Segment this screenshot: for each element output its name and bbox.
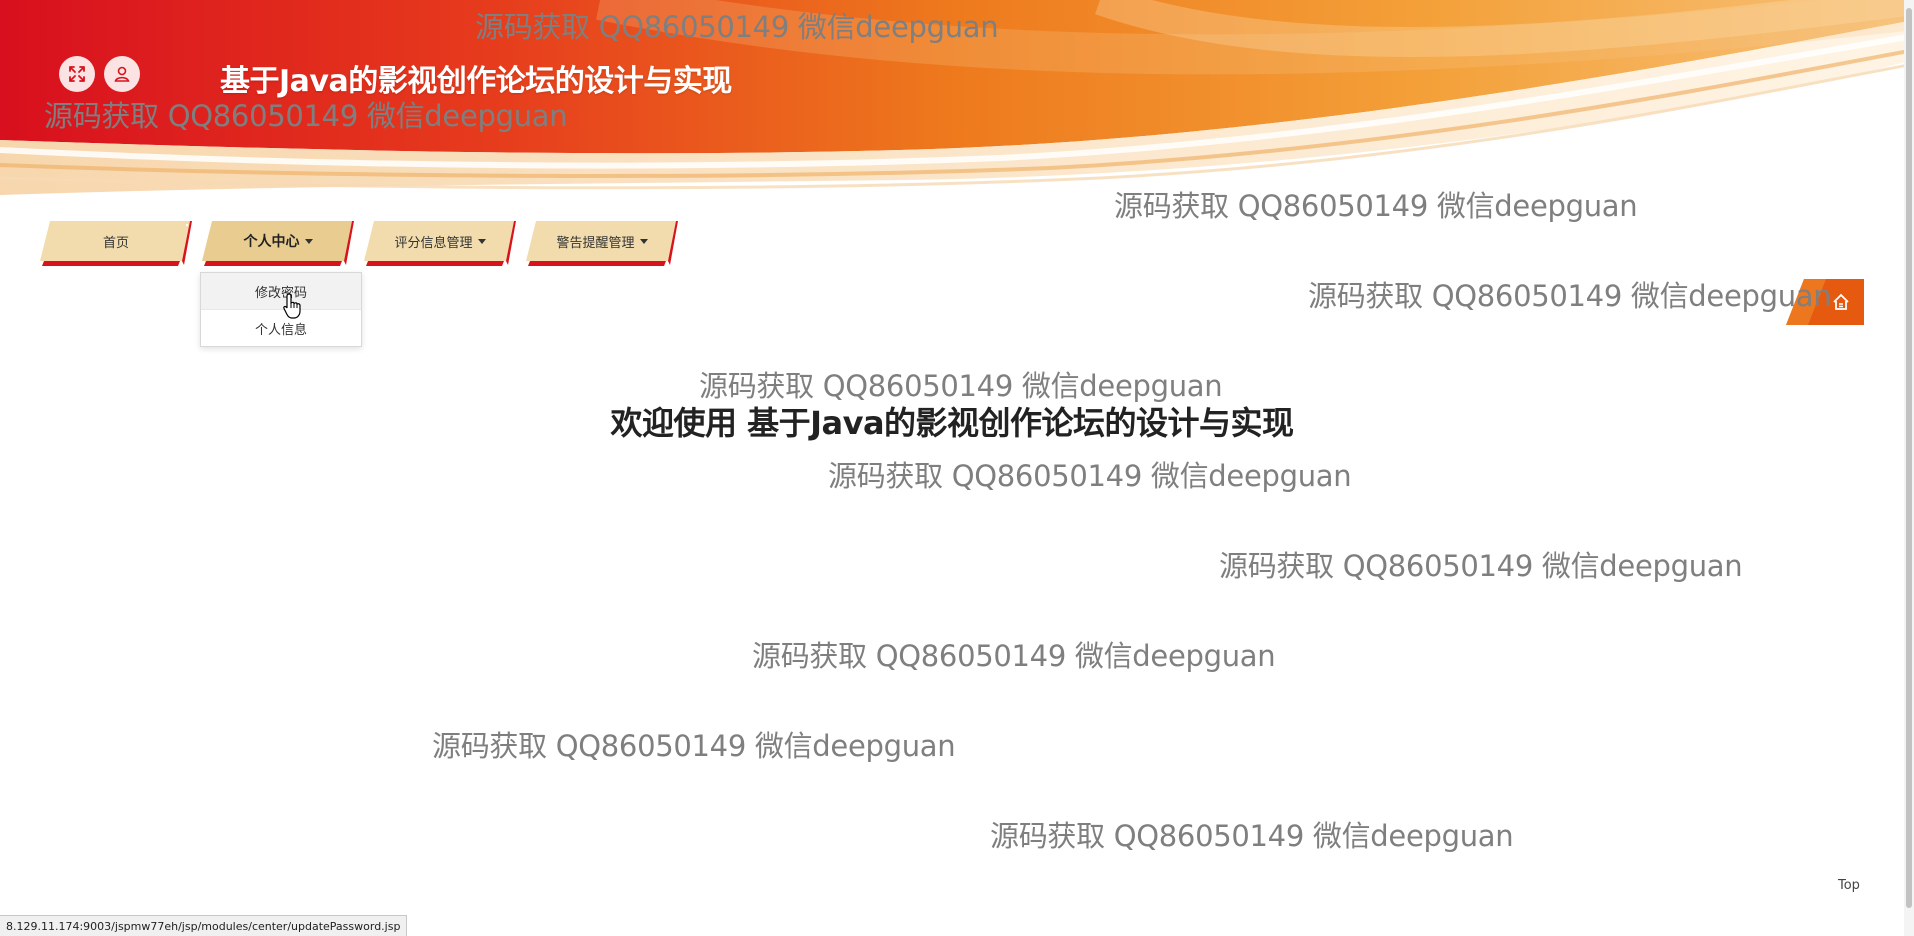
nav-item-warning-management[interactable]: 警告提醒管理 bbox=[526, 219, 678, 269]
nav-item-rating-management[interactable]: 评分信息管理 bbox=[364, 219, 516, 269]
watermark: 源码获取 QQ86050149 微信deepguan bbox=[1219, 549, 1743, 583]
nav-item-home[interactable]: 首页 bbox=[40, 219, 192, 269]
hand-cursor-icon bbox=[283, 293, 301, 319]
personal-center-dropdown: 修改密码 个人信息 bbox=[200, 272, 362, 347]
home-icon bbox=[1833, 293, 1849, 310]
home-button[interactable] bbox=[1786, 279, 1864, 325]
welcome-heading: 欢迎使用 基于Java的影视创作论坛的设计与实现 bbox=[610, 404, 1294, 442]
nav-item-personal-center[interactable]: 个人中心 bbox=[202, 219, 354, 269]
nav-label-personal-center: 个人中心 bbox=[243, 234, 300, 250]
vertical-scrollbar[interactable] bbox=[1904, 0, 1914, 936]
watermark: 源码获取 QQ86050149 微信deepguan bbox=[828, 459, 1352, 493]
user-icon[interactable] bbox=[104, 56, 140, 92]
caret-down-icon bbox=[639, 238, 648, 244]
watermark: 源码获取 QQ86050149 微信deepguan bbox=[990, 819, 1514, 853]
fullscreen-icon[interactable] bbox=[59, 56, 95, 92]
nav-label-rating-management: 评分信息管理 bbox=[394, 235, 473, 251]
nav-label-warning-management: 警告提醒管理 bbox=[556, 235, 635, 251]
watermark: 源码获取 QQ86050149 微信deepguan bbox=[1308, 279, 1832, 313]
dropdown-item-personal-info[interactable]: 个人信息 bbox=[201, 309, 361, 346]
browser-status-bar: 8.129.11.174:9003/jspmw77eh/jsp/modules/… bbox=[0, 915, 408, 936]
site-title: 基于Java的影视创作论坛的设计与实现 bbox=[220, 64, 732, 99]
watermark: 源码获取 QQ86050149 微信deepguan bbox=[432, 729, 956, 763]
nav-label-home: 首页 bbox=[102, 235, 129, 251]
caret-down-icon bbox=[477, 238, 486, 244]
scrollbar-thumb[interactable] bbox=[1906, 8, 1912, 908]
watermark: 源码获取 QQ86050149 微信deepguan bbox=[752, 639, 1276, 673]
header-banner bbox=[0, 0, 1914, 200]
back-to-top-link[interactable]: Top bbox=[1838, 878, 1860, 893]
caret-down-icon bbox=[304, 238, 313, 244]
dropdown-item-change-password[interactable]: 修改密码 bbox=[201, 273, 361, 309]
